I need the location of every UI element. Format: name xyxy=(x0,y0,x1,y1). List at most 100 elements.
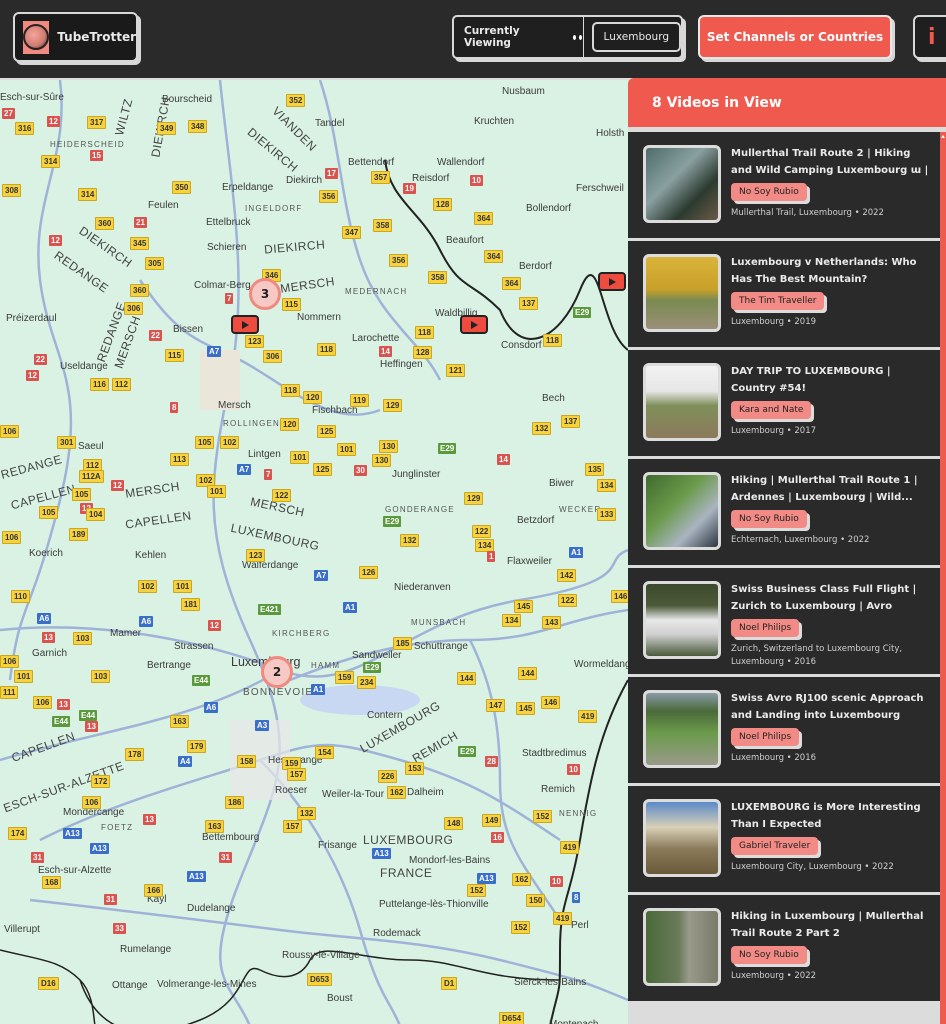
road-shield: 148 xyxy=(444,817,464,830)
road-shield: 142 xyxy=(557,569,577,582)
scroll-up-arrow-icon[interactable] xyxy=(941,135,945,138)
road-shield: 364 xyxy=(474,212,494,225)
road-shield: 8 xyxy=(572,892,581,903)
video-play-marker-icon[interactable] xyxy=(460,315,488,334)
video-thumbnail[interactable] xyxy=(643,254,721,332)
road-shield: 105 xyxy=(39,506,59,519)
road-shield: 1 xyxy=(487,551,496,562)
place-label: Nusbaum xyxy=(502,86,545,97)
video-card[interactable]: Mullerthal Trail Route 2 | Hiking and Wi… xyxy=(628,132,940,241)
commune-label: HEIDERSCHEID xyxy=(50,140,125,149)
road-shield: A13 xyxy=(90,843,109,854)
place-label: Mamer xyxy=(110,628,142,639)
road-shield: E44 xyxy=(79,710,98,721)
road-shield: 152 xyxy=(511,921,531,934)
channel-pill[interactable]: No Soy Rubio xyxy=(731,946,807,964)
place-label: Colmar-Berg xyxy=(194,280,251,291)
road-shield: 157 xyxy=(283,820,303,833)
video-title[interactable]: LUXEMBOURG is More Interesting Than I Ex… xyxy=(731,799,931,833)
commune-label: INGELDORF xyxy=(245,204,303,213)
video-thumbnail[interactable] xyxy=(643,908,721,986)
video-title[interactable]: Hiking | Mullerthal Trail Route 1 | Arde… xyxy=(731,472,931,506)
place-label: Sandweiler xyxy=(352,650,402,661)
video-title[interactable]: Swiss Business Class Full Flight | Zuric… xyxy=(731,581,931,615)
video-card[interactable]: Hiking | Mullerthal Trail Route 1 | Arde… xyxy=(628,459,940,568)
video-cluster-marker[interactable]: 3 xyxy=(249,278,281,310)
road-shield: 153 xyxy=(405,762,425,775)
video-thumbnail[interactable] xyxy=(643,581,721,659)
video-list-scrollbar[interactable] xyxy=(940,132,946,1024)
channel-pill[interactable]: Kara and Nate xyxy=(731,401,812,419)
place-label: Garnich xyxy=(32,648,68,659)
border-line xyxy=(0,949,561,1024)
road-shield: 106 xyxy=(2,531,22,544)
current-country-pill[interactable]: Luxembourg xyxy=(591,22,681,52)
video-thumbnail[interactable] xyxy=(643,799,721,877)
place-label: Remich xyxy=(541,784,575,795)
map[interactable]: Esch-sur-Sûre Bourscheid Tandel Nusbaum … xyxy=(0,78,628,1024)
place-label: Schieren xyxy=(207,242,247,253)
place-label: Heffingen xyxy=(380,359,423,370)
video-title[interactable]: Swiss Avro RJ100 scenic Approach and Lan… xyxy=(731,690,931,724)
eyes-icon xyxy=(571,33,583,41)
video-title[interactable]: Mullerthal Trail Route 2 | Hiking and Wi… xyxy=(731,145,931,179)
road-shield: 115 xyxy=(165,349,184,362)
video-title[interactable]: DAY TRIP TO LUXEMBOURG | Country #54! xyxy=(731,363,931,397)
logo-button[interactable]: TubeTrotter xyxy=(13,12,138,62)
road-shield: 134 xyxy=(502,614,522,627)
road-shield: 152 xyxy=(533,810,553,823)
road-shield: 105 xyxy=(72,488,92,501)
set-channels-or-countries-button[interactable]: Set Channels or Countries xyxy=(698,15,892,59)
road-shield: 350 xyxy=(172,181,192,194)
info-button[interactable]: i xyxy=(913,15,946,59)
road-shield: 101 xyxy=(173,580,193,593)
road-shield: 352 xyxy=(286,94,306,107)
video-play-marker-icon[interactable] xyxy=(231,315,259,334)
place-label: Sierck-les-Bains xyxy=(514,977,587,988)
video-play-marker-icon[interactable] xyxy=(598,272,626,291)
road-shield: 349 xyxy=(157,122,177,135)
video-card[interactable]: Swiss Business Class Full Flight | Zuric… xyxy=(628,568,940,677)
video-card[interactable]: Hiking in Luxembourg | Mullerthal Trail … xyxy=(628,895,940,1004)
videos-in-view-header: 8 Videos in View xyxy=(628,78,946,130)
channel-pill[interactable]: No Soy Rubio xyxy=(731,183,807,201)
road-shield: 120 xyxy=(280,418,300,431)
commune-label: GONDERANGE xyxy=(385,505,455,514)
video-title[interactable]: Luxembourg v Netherlands: Who Has The Be… xyxy=(731,254,931,288)
channel-pill[interactable]: Gabriel Traveler xyxy=(731,837,819,855)
channel-pill[interactable]: No Soy Rubio xyxy=(731,510,807,528)
video-card[interactable]: Luxembourg v Netherlands: Who Has The Be… xyxy=(628,241,940,350)
place-label: Berdorf xyxy=(519,261,552,272)
video-card[interactable]: Swiss Avro RJ100 scenic Approach and Lan… xyxy=(628,677,940,786)
road-shield: 111 xyxy=(0,686,19,699)
place-label: Reisdorf xyxy=(412,173,450,184)
video-thumbnail[interactable] xyxy=(643,690,721,768)
video-card[interactable]: LUXEMBOURG is More Interesting Than I Ex… xyxy=(628,786,940,895)
place-label: Bettembourg xyxy=(202,832,260,843)
channel-pill[interactable]: Noel Philips xyxy=(731,728,800,746)
currently-viewing-label: Currently Viewing xyxy=(454,17,584,57)
road-shield: 181 xyxy=(181,598,201,611)
video-card[interactable]: DAY TRIP TO LUXEMBOURG | Country #54! Ka… xyxy=(628,350,940,459)
channel-pill[interactable]: The Tim Traveller xyxy=(731,292,825,310)
road-shield: 154 xyxy=(315,746,335,759)
road-shield: 13 xyxy=(57,699,70,710)
place-label: Bollendorf xyxy=(526,203,572,214)
video-title[interactable]: Hiking in Luxembourg | Mullerthal Trail … xyxy=(731,908,931,942)
commune-label: FOETZ xyxy=(101,823,134,832)
video-cluster-marker[interactable]: 2 xyxy=(261,656,293,688)
road-shield: 364 xyxy=(502,277,522,290)
road-shield: 129 xyxy=(464,492,484,505)
district-label: FRANCE xyxy=(380,866,433,880)
video-thumbnail[interactable] xyxy=(643,363,721,441)
channel-pill[interactable]: Noel Philips xyxy=(731,619,800,637)
video-thumbnail[interactable] xyxy=(643,145,721,223)
road-shield: 101 xyxy=(337,443,357,456)
road-shield: 130 xyxy=(372,454,392,467)
road-shield: 22 xyxy=(34,354,47,365)
video-thumbnail[interactable] xyxy=(643,472,721,550)
road-shield: 106 xyxy=(82,796,102,809)
road-shield: 179 xyxy=(187,740,207,753)
video-list: Mullerthal Trail Route 2 | Hiking and Wi… xyxy=(628,132,940,1004)
video-location-year: Mullerthal Trail, Luxembourg • 2022 xyxy=(731,208,884,218)
